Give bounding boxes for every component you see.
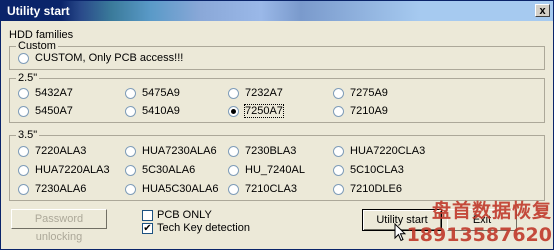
radio-label: 7275A9 bbox=[350, 87, 388, 99]
close-button[interactable]: x bbox=[535, 4, 550, 17]
radio-label: 5C30ALA6 bbox=[142, 164, 196, 176]
radio-dot bbox=[125, 145, 136, 157]
radio-5475a9[interactable]: 5475A9 bbox=[125, 87, 180, 99]
pcb-only-box bbox=[142, 209, 153, 221]
radio-hu-7240al[interactable]: HU_7240AL bbox=[228, 164, 305, 176]
group-3-5-inch: 3.5" 7220ALA3 HUA7230ALA6 7230BLA3 HUA7220C… bbox=[9, 129, 545, 201]
radio-label: HUA5C30ALA6 bbox=[142, 183, 219, 195]
radio-7230ala6[interactable]: 7230ALA6 bbox=[18, 183, 86, 195]
radio-dot bbox=[228, 87, 239, 99]
checkmark-icon: ✔ bbox=[142, 222, 153, 234]
radio-label: HUA7230ALA6 bbox=[142, 145, 217, 157]
title-bar[interactable]: Utility start x bbox=[1, 1, 553, 21]
radio-5432a7[interactable]: 5432A7 bbox=[18, 87, 73, 99]
tech-key-detection-checkbox[interactable]: ✔ Tech Key detection bbox=[142, 222, 250, 234]
radio-dot bbox=[228, 183, 239, 195]
radio-label: 7230BLA3 bbox=[245, 145, 297, 157]
radio-label: 5432A7 bbox=[35, 87, 73, 99]
utility-start-window: Utility start x HDD families Custom CUST… bbox=[0, 0, 554, 250]
radio-dot bbox=[125, 164, 136, 176]
radio-7230bla3[interactable]: 7230BLA3 bbox=[228, 145, 296, 157]
radio-label: HUA7220ALA3 bbox=[35, 164, 110, 176]
radio-label: 5450A7 bbox=[35, 105, 73, 117]
watermark-phone: 18913587620 bbox=[406, 224, 552, 246]
password-unlocking-button[interactable]: Password unlocking bbox=[11, 209, 107, 243]
radio-hua7230ala6[interactable]: HUA7230ALA6 bbox=[125, 145, 217, 157]
custom-group: Custom CUSTOM, Only PCB access!!! bbox=[9, 40, 545, 70]
radio-hua7220ala3[interactable]: HUA7220ALA3 bbox=[18, 164, 110, 176]
window-title: Utility start bbox=[7, 4, 70, 18]
radio-label: CUSTOM, Only PCB access!!! bbox=[35, 52, 184, 64]
radio-dot bbox=[18, 87, 29, 99]
radio-7220ala3[interactable]: 7220ALA3 bbox=[18, 145, 86, 157]
radio-dot bbox=[333, 105, 344, 117]
pcb-only-label: PCB ONLY bbox=[157, 209, 212, 221]
radio-dot bbox=[18, 183, 29, 195]
radio-label: 7220ALA3 bbox=[35, 145, 87, 157]
radio-dot bbox=[125, 183, 136, 195]
radio-label: 5C10CLA3 bbox=[350, 164, 404, 176]
radio-label: 7250A7 bbox=[244, 104, 284, 118]
radio-7210cla3[interactable]: 7210CLA3 bbox=[228, 183, 297, 195]
radio-dot bbox=[333, 145, 344, 157]
close-icon: x bbox=[539, 5, 546, 17]
group-2-5-inch: 2.5" 5432A7 5475A9 7232A7 7275A9 5450A7 5410A… bbox=[9, 72, 545, 123]
radio-dot bbox=[228, 164, 239, 176]
radio-5450a7[interactable]: 5450A7 bbox=[18, 105, 73, 117]
group-3-5-caption: 3.5" bbox=[16, 129, 40, 142]
watermark-logo: 盘首数据恢复 18913587620 bbox=[402, 199, 552, 247]
radio-label: 7230ALA6 bbox=[35, 183, 87, 195]
radio-dot bbox=[18, 52, 29, 64]
radio-5410a9[interactable]: 5410A9 bbox=[125, 105, 180, 117]
radio-dot bbox=[228, 105, 239, 117]
radio-dot bbox=[333, 183, 344, 195]
radio-dot bbox=[125, 105, 136, 117]
radio-label: 5410A9 bbox=[142, 105, 180, 117]
pcb-only-checkbox[interactable]: PCB ONLY bbox=[142, 209, 212, 221]
radio-dot bbox=[18, 164, 29, 176]
radio-label: 7210A9 bbox=[350, 105, 388, 117]
radio-label: 7232A7 bbox=[245, 87, 283, 99]
radio-7275a9[interactable]: 7275A9 bbox=[333, 87, 388, 99]
radio-label: 7210CLA3 bbox=[245, 183, 297, 195]
radio-hua5c30ala6[interactable]: HUA5C30ALA6 bbox=[125, 183, 218, 195]
radio-dot bbox=[18, 105, 29, 117]
radio-dot bbox=[18, 145, 29, 157]
radio-dot bbox=[333, 87, 344, 99]
radio-5c10cla3[interactable]: 5C10CLA3 bbox=[333, 164, 404, 176]
radio-label: 5475A9 bbox=[142, 87, 180, 99]
watermark-text: 盘首数据恢复 bbox=[431, 200, 552, 222]
radio-hua7220cla3[interactable]: HUA7220CLA3 bbox=[333, 145, 425, 157]
radio-dot bbox=[125, 87, 136, 99]
radio-label: HU_7240AL bbox=[245, 164, 305, 176]
radio-custom-pcb[interactable]: CUSTOM, Only PCB access!!! bbox=[18, 52, 183, 64]
group-2-5-caption: 2.5" bbox=[16, 72, 40, 85]
radio-dot bbox=[228, 145, 239, 157]
radio-7232a7[interactable]: 7232A7 bbox=[228, 87, 283, 99]
tech-key-detection-label: Tech Key detection bbox=[157, 222, 250, 234]
radio-5c30ala6[interactable]: 5C30ALA6 bbox=[125, 164, 195, 176]
radio-dot bbox=[333, 164, 344, 176]
radio-7210a9[interactable]: 7210A9 bbox=[333, 105, 388, 117]
radio-label: 7210DLE6 bbox=[350, 183, 402, 195]
radio-7250a7[interactable]: 7250A7 bbox=[228, 104, 284, 118]
radio-7210dle6[interactable]: 7210DLE6 bbox=[333, 183, 402, 195]
radio-label: HUA7220CLA3 bbox=[350, 145, 426, 157]
